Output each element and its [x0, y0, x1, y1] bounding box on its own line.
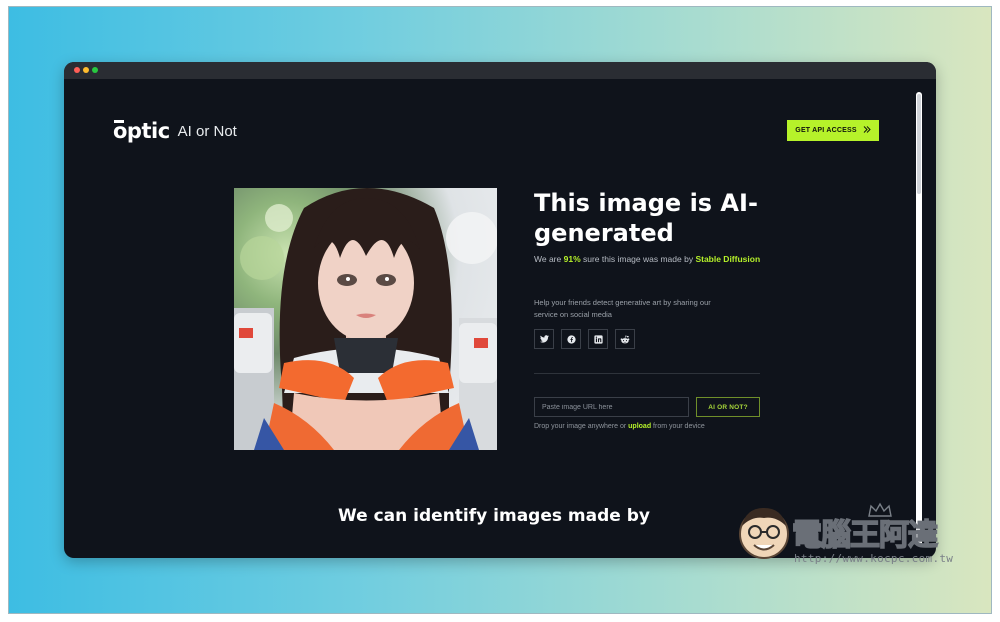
watermark-url: http://www.kocpc.com.tw [794, 552, 954, 565]
scrollbar-thumb[interactable] [917, 94, 921, 194]
share-linkedin-button[interactable] [588, 329, 608, 349]
drop-prefix: Drop your image anywhere or [534, 423, 629, 430]
result-summary: We are 91% sure this image was made by S… [534, 252, 774, 267]
minimize-window-button[interactable] [83, 67, 89, 73]
mascot-logo [739, 508, 789, 559]
drop-suffix: from your device [651, 423, 705, 430]
facebook-icon [566, 334, 576, 344]
analyzed-image [234, 188, 497, 450]
double-chevron-right-icon [863, 126, 871, 135]
window-titlebar [64, 62, 936, 79]
result-headline: This image is AI-generated [534, 189, 758, 247]
product-name: AI or Not [177, 122, 237, 140]
social-share-buttons [534, 329, 635, 349]
site-watermark: 電腦王阿達 http://www.kocpc.com.tw [734, 502, 968, 568]
share-twitter-button[interactable] [534, 329, 554, 349]
summary-middle: sure this image was made by [580, 254, 696, 264]
upload-link[interactable]: upload [628, 423, 651, 430]
summary-prefix: We are [534, 254, 564, 264]
browser-window: optic AI or Not GET API ACCESS This imag… [64, 62, 936, 558]
brand-logo[interactable]: optic AI or Not [113, 119, 237, 143]
api-button-label: GET API ACCESS [795, 127, 857, 134]
image-url-input[interactable] [534, 397, 689, 417]
share-reddit-button[interactable] [615, 329, 635, 349]
confidence-value: 91% [563, 254, 581, 264]
get-api-access-button[interactable]: GET API ACCESS [787, 120, 879, 141]
divider [534, 373, 760, 374]
share-prompt: Help your friends detect generative art … [534, 298, 711, 319]
detected-model: Stable Diffusion [695, 254, 761, 264]
reddit-icon [620, 334, 630, 343]
optic-logo: optic [113, 119, 170, 143]
portrait-illustration [234, 188, 497, 450]
share-facebook-button[interactable] [561, 329, 581, 349]
linkedin-icon [593, 334, 603, 344]
watermark-title: 電腦王阿達 [791, 517, 939, 554]
maximize-window-button[interactable] [92, 67, 98, 73]
close-window-button[interactable] [74, 67, 80, 73]
ai-or-not-button[interactable]: AI OR NOT? [696, 397, 760, 417]
twitter-icon [539, 335, 549, 343]
drop-instructions: Drop your image anywhere or upload from … [534, 423, 774, 430]
